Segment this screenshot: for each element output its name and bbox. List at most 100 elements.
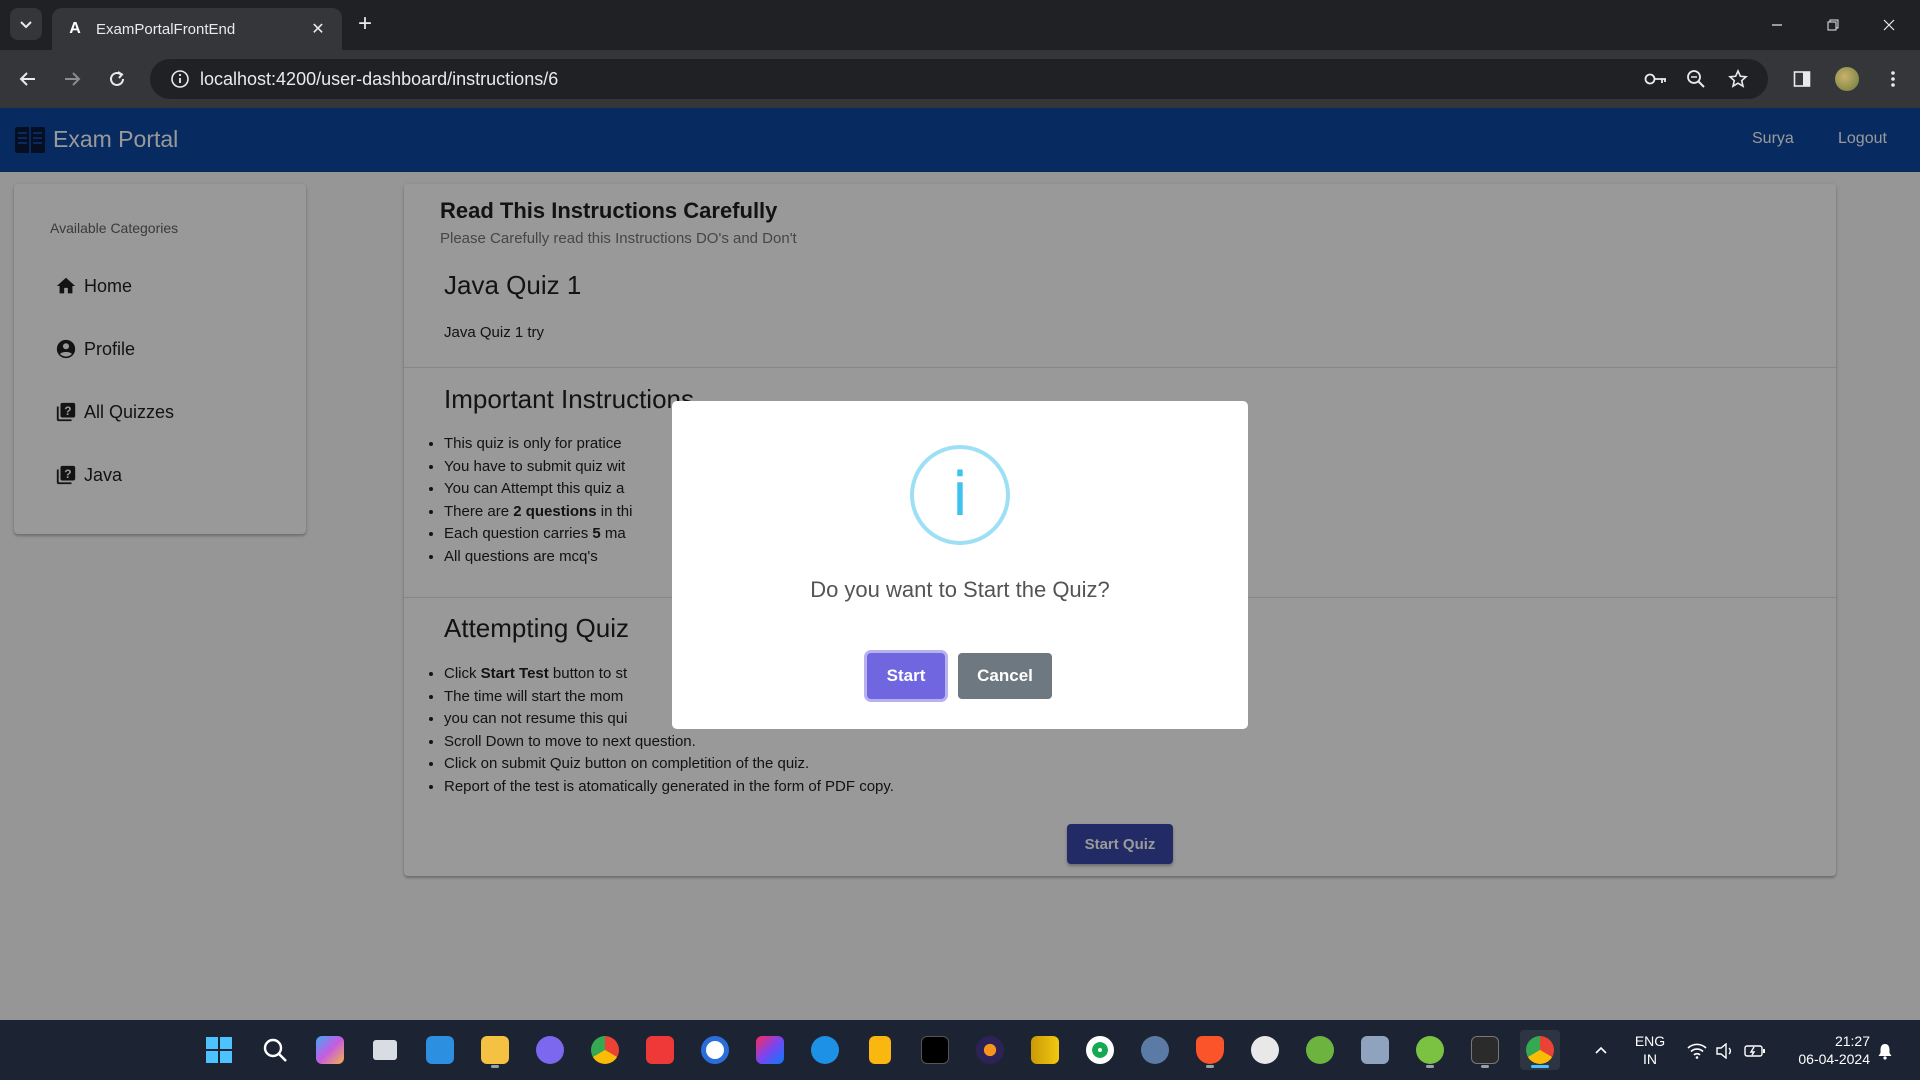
url-text: localhost:4200/user-dashboard/instructio…: [200, 68, 559, 89]
taskbar-app-copilot[interactable]: [310, 1030, 350, 1070]
reload-icon: [110, 71, 124, 86]
taskbar-app-intellij[interactable]: [750, 1030, 790, 1070]
side-panel-icon: [1793, 71, 1811, 87]
start-button[interactable]: [199, 1030, 239, 1070]
close-tab-icon[interactable]: ✕: [308, 19, 328, 39]
app-icon: [701, 1036, 729, 1064]
close-window-button[interactable]: [1866, 10, 1912, 40]
intellij-icon: [756, 1036, 784, 1064]
eclipse-icon: [976, 1036, 1004, 1064]
address-bar[interactable]: localhost:4200/user-dashboard/instructio…: [150, 59, 1768, 99]
clock-time: 21:27: [1834, 1033, 1870, 1049]
browser-tab[interactable]: A ExamPortalFrontEnd ✕: [52, 8, 342, 50]
restore-icon: [1827, 19, 1839, 31]
tradingview-icon: [921, 1036, 949, 1064]
taskbar-app-4[interactable]: [1245, 1030, 1285, 1070]
taskbar-app-5[interactable]: [1355, 1030, 1395, 1070]
language-indicator[interactable]: ENG IN: [1630, 1032, 1670, 1068]
taskbar-app-docker[interactable]: [805, 1030, 845, 1070]
volume-icon[interactable]: [1714, 1040, 1736, 1062]
dialog-message: Do you want to Start the Quiz?: [810, 577, 1110, 602]
chrome-icon: [591, 1036, 619, 1064]
browser-tab-strip: A ExamPortalFrontEnd ✕ +: [0, 0, 1920, 50]
arrow-right-icon: [65, 72, 81, 86]
cancel-button[interactable]: Cancel: [958, 653, 1052, 699]
more-vert-icon: [1891, 71, 1895, 87]
vscode-icon: [426, 1036, 454, 1064]
forward-button[interactable]: [56, 63, 88, 95]
confirm-start-button[interactable]: Start: [867, 653, 945, 699]
avatar: [1835, 67, 1859, 91]
app-icon: [869, 1036, 891, 1064]
taskbar-app-terminal[interactable]: [1465, 1030, 1505, 1070]
side-panel-button[interactable]: [1786, 63, 1818, 95]
taskbar: ENG IN 21:27 06-04-2024: [0, 1020, 1920, 1080]
chrome-icon: [1526, 1036, 1554, 1064]
browser-menu-button[interactable]: [1877, 63, 1909, 95]
taskbar-app-brave[interactable]: [1190, 1030, 1230, 1070]
battery-icon[interactable]: [1744, 1040, 1766, 1062]
taskbar-app-3[interactable]: [860, 1030, 900, 1070]
brave-icon: [1196, 1036, 1224, 1064]
taskbar-app-chrome[interactable]: [585, 1030, 625, 1070]
notification-bell-icon[interactable]: [1874, 1040, 1896, 1062]
minimize-button[interactable]: [1754, 10, 1800, 40]
angular-logo-icon: A: [69, 20, 81, 37]
password-key-icon[interactable]: [1644, 67, 1668, 91]
clock[interactable]: 21:27 06-04-2024: [1778, 1032, 1870, 1068]
info-icon: i: [910, 445, 1010, 545]
mongodb-icon: [1086, 1036, 1114, 1064]
site-info-icon[interactable]: [160, 69, 200, 89]
docker-icon: [811, 1036, 839, 1064]
terminal-icon: [1471, 1036, 1499, 1064]
taskbar-app-chrome-active[interactable]: [1520, 1030, 1560, 1070]
taskbar-app-mongodb[interactable]: [1080, 1030, 1120, 1070]
taskbar-app-2[interactable]: [695, 1030, 735, 1070]
search-button[interactable]: [255, 1030, 295, 1070]
spring-icon: [1416, 1036, 1444, 1064]
wifi-icon[interactable]: [1686, 1040, 1708, 1062]
taskbar-app-powerbi[interactable]: [1025, 1030, 1065, 1070]
zoom-icon[interactable]: [1684, 67, 1708, 91]
spring-icon: [1306, 1036, 1334, 1064]
app-icon: [1251, 1036, 1279, 1064]
task-view-icon: [373, 1040, 397, 1060]
confirm-dialog: i Do you want to Start the Quiz? Start C…: [672, 401, 1248, 729]
copilot-icon: [316, 1036, 344, 1064]
restore-button[interactable]: [1810, 10, 1856, 40]
lang-bottom: IN: [1643, 1051, 1657, 1067]
show-hidden-icons-button[interactable]: [1590, 1040, 1612, 1062]
reload-button[interactable]: [101, 63, 133, 95]
taskbar-app-task-view[interactable]: [365, 1030, 405, 1070]
search-icon: [263, 1038, 287, 1062]
arrow-left-icon: [19, 72, 35, 86]
chevron-down-icon: [20, 21, 32, 29]
taskbar-app-tradingview[interactable]: [915, 1030, 955, 1070]
profile-button[interactable]: [1831, 63, 1863, 95]
vivaldi-icon: [646, 1036, 674, 1064]
tab-title: ExamPortalFrontEnd: [96, 20, 236, 38]
lang-top: ENG: [1634, 1033, 1666, 1049]
app-icon: [1361, 1036, 1389, 1064]
close-icon: [1883, 19, 1895, 31]
app-icon: [536, 1036, 564, 1064]
gear-icon: [1141, 1036, 1169, 1064]
powerbi-icon: [1031, 1036, 1059, 1064]
tab-search-button[interactable]: [10, 8, 42, 40]
taskbar-app-spring[interactable]: [1300, 1030, 1340, 1070]
taskbar-app-file-explorer[interactable]: [475, 1030, 515, 1070]
taskbar-app-vscode[interactable]: [420, 1030, 460, 1070]
browser-toolbar: localhost:4200/user-dashboard/instructio…: [0, 50, 1920, 108]
taskbar-app-vivaldi[interactable]: [640, 1030, 680, 1070]
taskbar-app-eclipse[interactable]: [970, 1030, 1010, 1070]
new-tab-button[interactable]: +: [352, 12, 378, 38]
taskbar-app-spring-tools[interactable]: [1410, 1030, 1450, 1070]
back-button[interactable]: [12, 63, 44, 95]
bookmark-star-icon[interactable]: [1726, 67, 1750, 91]
taskbar-app-settings[interactable]: [1135, 1030, 1175, 1070]
taskbar-app-1[interactable]: [530, 1030, 570, 1070]
minimize-icon: [1772, 24, 1782, 26]
chevron-up-icon: [1595, 1046, 1607, 1054]
folder-icon: [481, 1036, 509, 1064]
clock-date: 06-04-2024: [1798, 1051, 1870, 1067]
